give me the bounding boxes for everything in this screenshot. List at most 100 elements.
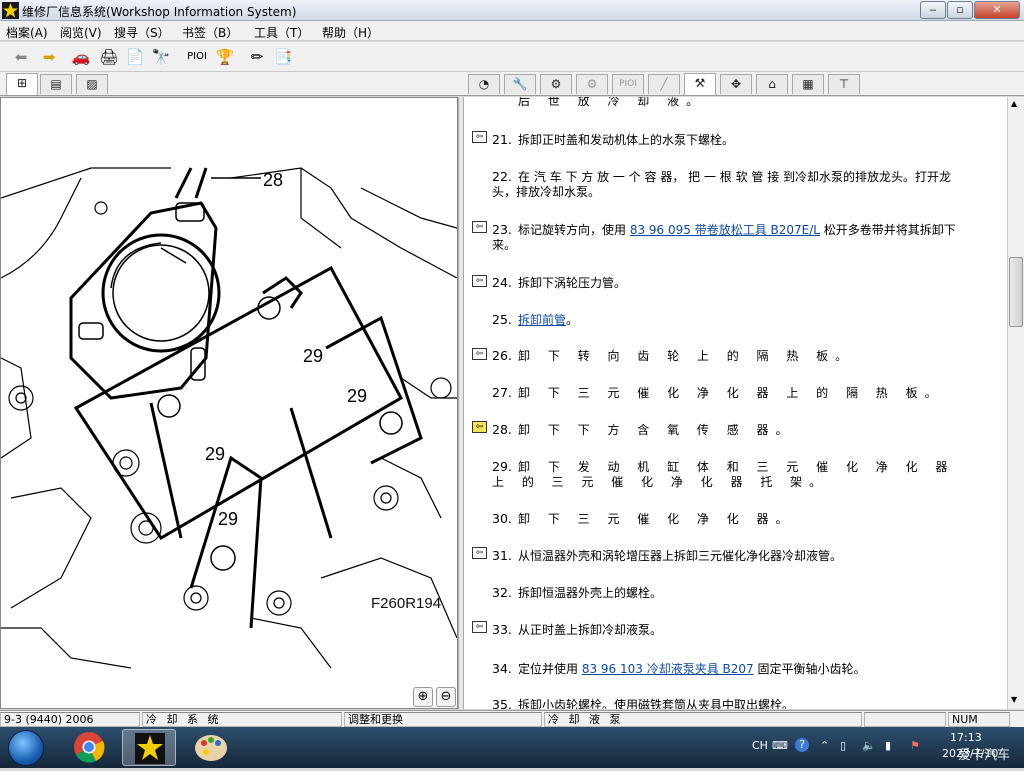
- keyboard-icon[interactable]: ⌨: [772, 739, 788, 752]
- note-icon[interactable]: ⇦: [472, 275, 487, 287]
- note-icon[interactable]: ⇦: [472, 221, 487, 233]
- tab-pio[interactable]: PIOI: [612, 74, 644, 94]
- chrome-icon[interactable]: [62, 729, 116, 766]
- status-system: 冷 却 系 统: [142, 712, 342, 727]
- action-center-icon[interactable]: ⚑: [910, 739, 920, 752]
- tab-info-icon[interactable]: ⌂: [756, 74, 788, 94]
- note-icon[interactable]: ⇦: [472, 547, 487, 559]
- menu-bookmarks[interactable]: 书签（B）: [182, 24, 238, 41]
- menu-view[interactable]: 阅览(V): [60, 24, 102, 41]
- tool-cup-icon[interactable]: 🏆: [214, 46, 236, 68]
- note-icon[interactable]: ⇦: [472, 348, 487, 360]
- close-button[interactable]: ✕: [974, 1, 1020, 19]
- step-28: 28. 卸 下 下 方 含 氧 传 感 器。: [492, 422, 795, 437]
- title-bar: 维修厂信息系统(Workshop Information System) ‒ ▫…: [0, 0, 1024, 21]
- document-icon[interactable]: 📄: [124, 46, 146, 68]
- scroll-down-icon[interactable]: ▼: [1011, 695, 1017, 704]
- status-empty-1: [864, 712, 946, 727]
- maximize-button[interactable]: ▫: [947, 1, 973, 19]
- callout-29-c: 29: [205, 444, 226, 464]
- tab-move-icon[interactable]: ✥: [720, 74, 752, 94]
- volume-icon[interactable]: 🔈: [862, 739, 876, 752]
- network-device-icon[interactable]: ▯: [840, 739, 846, 752]
- tab-tools-active-icon[interactable]: ⚒: [684, 73, 716, 95]
- tab-list[interactable]: ▤: [40, 74, 72, 94]
- note-icon[interactable]: ⇦: [472, 421, 487, 433]
- step-33: 33. 从正时盖上拆卸冷却液泵。: [492, 622, 663, 637]
- note-icon[interactable]: ⇦: [472, 621, 487, 633]
- step-35: 35. 拆卸小齿轮螺栓。使用磁铁套筒从夹具中取出螺栓。: [492, 697, 795, 709]
- paint-icon[interactable]: [184, 729, 238, 766]
- start-button[interactable]: [8, 730, 44, 766]
- tab-tree[interactable]: ⊞: [6, 73, 38, 95]
- callout-29-b: 29: [347, 386, 368, 406]
- wis-app-icon[interactable]: [122, 729, 176, 766]
- step-21: 21. 拆卸正时盖和发动机体上的水泵下螺栓。: [492, 132, 735, 147]
- step-29: 29. 卸 下 发 动 机 缸 体 和 三 元 催 化 净 化 器 上 的 三 元…: [492, 459, 955, 489]
- remove-front-pipe-link[interactable]: 拆卸前管: [518, 313, 566, 327]
- input-language[interactable]: CH: [752, 739, 768, 752]
- watermark: 爱卡汽车: [958, 748, 1011, 763]
- bookmark-page-icon[interactable]: 📑: [272, 46, 294, 68]
- step-31: 31. 从恒温器外壳和涡轮增压器上拆卸三元催化净化器冷却液管。: [492, 548, 843, 563]
- minimize-button[interactable]: ‒: [920, 1, 946, 19]
- status-bar: 9-3 (9440) 2006 冷 却 系 统 调整和更换 冷 却 液 泵 NU…: [0, 710, 1024, 727]
- tab-image[interactable]: ▨: [76, 74, 108, 94]
- tab-gear-icon[interactable]: ⚙: [540, 74, 572, 94]
- car-icon[interactable]: 🚗: [70, 46, 92, 68]
- callout-29-d: 29: [218, 509, 239, 529]
- callout-29-a: 29: [303, 346, 324, 366]
- tab-bar: ⊞ ▤ ▨ ◔ 🔧 ⚙ ⚙ PIOI ╱ ⚒ ✥ ⌂ ▦ ⊤: [0, 72, 1024, 96]
- figure-id: F260R194: [371, 595, 442, 612]
- status-numlock: NUM: [948, 712, 1010, 727]
- clock-time[interactable]: 17:13: [950, 731, 982, 744]
- note-icon[interactable]: ⇦: [472, 131, 487, 143]
- step-34: 34. 定位并使用 83 96 103 冷却液泵夹具 B207 固定平衡轴小齿轮。: [492, 661, 866, 676]
- tab-wrench-icon[interactable]: 🔧: [504, 74, 536, 94]
- tab-gauge-icon[interactable]: ◔: [468, 74, 500, 94]
- status-vehicle: 9-3 (9440) 2006: [0, 712, 140, 727]
- taskbar: CH ⌨ ? ⌃ ▯ 🔈 ▮ ⚑ 17:13 2023/7/10: [0, 727, 1024, 768]
- app-star-icon: [2, 2, 19, 19]
- procedure-pane: 后 世 放 冷 却 液。 ⇦ 21. 拆卸正时盖和发动机体上的水泵下螺栓。 22.…: [464, 97, 1007, 709]
- tab-engine-icon[interactable]: ⚙: [576, 74, 608, 94]
- zoom-in-icon[interactable]: ⊕: [413, 687, 433, 707]
- tab-doc-icon[interactable]: ▦: [792, 74, 824, 94]
- menu-tools[interactable]: 工具（T）: [254, 24, 309, 41]
- pio-button[interactable]: PIOI: [183, 46, 211, 68]
- illustration-pane: 28 29 29 29 29 F260R194 ⊕ ⊖: [0, 97, 458, 709]
- print-icon[interactable]: 🖨: [98, 46, 120, 68]
- zoom-out-icon[interactable]: ⊖: [436, 687, 456, 707]
- step-32: 32. 拆卸恒温器外壳上的螺栓。: [492, 585, 663, 600]
- menu-bar: 档案(A) 阅览(V) 搜寻（S） 书签（B） 工具（T） 帮助（H）: [0, 21, 1024, 41]
- step-22: 22. 在 汽 车 下 方 放 一 个 容 器， 把 一 根 软 管 接 到冷却水…: [492, 169, 952, 199]
- tool-link-b207el[interactable]: 83 96 095 带卷放松工具 B207E/L: [630, 223, 820, 237]
- step-26: 26. 卸 下 转 向 齿 轮 上 的 隔 热 板。: [492, 348, 855, 363]
- tab-shirt-icon[interactable]: ⊤: [828, 74, 860, 94]
- menu-search[interactable]: 搜寻（S）: [114, 24, 170, 41]
- status-component: 冷 却 液 泵: [544, 712, 862, 727]
- tool-link-b207[interactable]: 83 96 103 冷却液泵夹具 B207: [582, 662, 754, 676]
- vertical-scrollbar[interactable]: ▲ ▼: [1007, 97, 1024, 709]
- step-27: 27. 卸 下 三 元 催 化 净 化 器 上 的 隔 热 板。: [492, 385, 944, 400]
- step-prev: 后 世 放 冷 却 液。: [518, 97, 706, 108]
- signal-icon[interactable]: ▮: [885, 739, 891, 752]
- pencil-icon[interactable]: ✏: [246, 46, 268, 68]
- menu-help[interactable]: 帮助（H）: [322, 24, 379, 41]
- scroll-up-icon[interactable]: ▲: [1011, 99, 1017, 108]
- step-24: 24. 拆卸下涡轮压力管。: [492, 275, 627, 290]
- tray-expand-icon[interactable]: ⌃: [820, 739, 829, 752]
- callout-28: 28: [263, 170, 284, 190]
- tab-tool-icon[interactable]: ╱: [648, 74, 680, 94]
- window-title: 维修厂信息系统(Workshop Information System): [22, 5, 297, 19]
- menu-file[interactable]: 档案(A): [6, 24, 48, 41]
- scroll-thumb[interactable]: [1009, 257, 1023, 327]
- back-arrow-icon[interactable]: ⬅: [10, 46, 32, 68]
- help-icon[interactable]: ?: [795, 738, 809, 752]
- status-operation: 调整和更换: [344, 712, 542, 727]
- step-23: 23. 标记旋转方向，使用 83 96 095 带卷放松工具 B207E/L 松开…: [492, 222, 956, 252]
- toolbar: ⬅ ➡ 🚗 🖨 📄 🔭 PIOI 🏆 ✏ 📑: [0, 42, 1024, 72]
- step-30: 30. 卸 下 三 元 催 化 净 化 器。: [492, 511, 795, 526]
- forward-arrow-icon[interactable]: ➡: [38, 46, 60, 68]
- binoculars-icon[interactable]: 🔭: [150, 46, 172, 68]
